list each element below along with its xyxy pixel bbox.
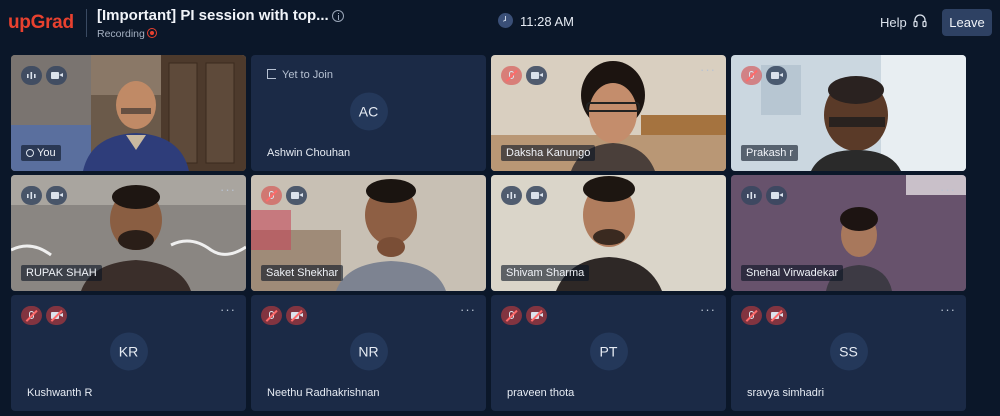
participant-tile-ashwin-chouhan[interactable]: Yet to Join AC Ashwin Chouhan bbox=[251, 55, 486, 171]
participant-name: Prakash r bbox=[741, 145, 799, 161]
tile-controls bbox=[741, 306, 787, 325]
mic-off-icon[interactable] bbox=[261, 186, 282, 205]
more-options-icon[interactable]: ··· bbox=[220, 183, 236, 196]
camera-icon[interactable] bbox=[766, 66, 787, 85]
more-options-icon[interactable]: ··· bbox=[700, 303, 716, 316]
mic-off-icon[interactable] bbox=[741, 306, 762, 325]
recording-label: Recording bbox=[97, 28, 145, 40]
meeting-time: 11:28 AM bbox=[520, 14, 574, 29]
participant-tile-sravya-simhadri[interactable]: ··· SS sravya simhadri bbox=[731, 295, 966, 411]
participant-avatar: AC bbox=[349, 92, 388, 131]
help-link[interactable]: Help bbox=[880, 15, 907, 30]
camera-icon[interactable] bbox=[46, 66, 67, 85]
tile-controls bbox=[21, 186, 67, 205]
join-icon bbox=[267, 69, 276, 79]
tile-controls bbox=[741, 66, 787, 85]
participant-tile-daksha-kanungo[interactable]: ··· Daksha Kanungo bbox=[491, 55, 726, 171]
tile-controls bbox=[501, 186, 547, 205]
more-options-icon[interactable]: ··· bbox=[220, 303, 236, 316]
participant-tile-prakash-r[interactable]: Prakash r bbox=[731, 55, 966, 171]
tile-controls bbox=[21, 306, 67, 325]
mic-active-icon[interactable] bbox=[21, 186, 42, 205]
mic-off-icon[interactable] bbox=[501, 66, 522, 85]
participant-name: RUPAK SHAH bbox=[21, 265, 102, 281]
camera-off-icon[interactable] bbox=[766, 306, 787, 325]
header-divider bbox=[86, 9, 87, 37]
mic-off-icon[interactable] bbox=[261, 306, 282, 325]
mic-off-icon[interactable] bbox=[21, 306, 42, 325]
more-options-icon[interactable]: ··· bbox=[940, 303, 956, 316]
recording-indicator-icon bbox=[147, 28, 157, 38]
camera-icon[interactable] bbox=[766, 186, 787, 205]
participant-tile-neethu-radhakrishnan[interactable]: ··· NR Neethu Radhakrishnan bbox=[251, 295, 486, 411]
mic-active-icon[interactable] bbox=[21, 66, 42, 85]
tile-controls bbox=[261, 186, 307, 205]
participant-tile-shivam-sharma[interactable]: Shivam Sharma bbox=[491, 175, 726, 291]
camera-off-icon[interactable] bbox=[526, 306, 547, 325]
tile-controls bbox=[741, 186, 787, 205]
info-icon[interactable] bbox=[332, 10, 344, 22]
mic-active-icon[interactable] bbox=[741, 186, 762, 205]
tile-controls bbox=[21, 66, 67, 85]
participant-avatar: NR bbox=[349, 332, 388, 371]
session-title: [Important] PI session with top... bbox=[97, 7, 329, 24]
participant-tile-praveen-thota[interactable]: ··· PT praveen thota bbox=[491, 295, 726, 411]
participant-name: Ashwin Chouhan bbox=[267, 147, 351, 159]
people-icon bbox=[26, 149, 34, 157]
tile-controls bbox=[501, 306, 547, 325]
participant-grid: You Yet to Join AC Ashwin Chouhan ··· Da… bbox=[11, 55, 969, 411]
participant-tile-kushwanth-r[interactable]: ··· KR Kushwanth R bbox=[11, 295, 246, 411]
tile-controls bbox=[261, 306, 307, 325]
more-options-icon[interactable]: ··· bbox=[460, 303, 476, 316]
leave-button[interactable]: Leave bbox=[942, 9, 992, 36]
participant-name: Saket Shekhar bbox=[261, 265, 344, 281]
mic-off-icon[interactable] bbox=[741, 66, 762, 85]
camera-icon[interactable] bbox=[526, 66, 547, 85]
meeting-header: upGrad [Important] PI session with top..… bbox=[0, 0, 1000, 46]
participant-tile-you[interactable]: You bbox=[11, 55, 246, 171]
yet-to-join-status: Yet to Join bbox=[267, 69, 333, 81]
mic-active-icon[interactable] bbox=[501, 186, 522, 205]
more-options-icon[interactable]: ··· bbox=[700, 63, 716, 76]
camera-off-icon[interactable] bbox=[46, 306, 67, 325]
participant-tile-snehal-virwadekar[interactable]: ··· Snehal Virwadekar bbox=[731, 175, 966, 291]
camera-icon[interactable] bbox=[286, 186, 307, 205]
mic-off-icon[interactable] bbox=[501, 306, 522, 325]
participant-avatar: PT bbox=[589, 332, 628, 371]
participant-avatar: SS bbox=[829, 332, 868, 371]
participant-name: Neethu Radhakrishnan bbox=[267, 387, 380, 399]
headset-icon[interactable] bbox=[913, 14, 927, 28]
participant-name: You bbox=[21, 145, 61, 161]
participant-name: Shivam Sharma bbox=[501, 265, 590, 281]
participant-name: praveen thota bbox=[507, 387, 575, 399]
clock-icon bbox=[498, 13, 513, 28]
upgrad-logo: upGrad bbox=[8, 12, 74, 33]
camera-icon[interactable] bbox=[526, 186, 547, 205]
more-options-icon[interactable]: ··· bbox=[940, 183, 956, 196]
participant-name: sravya simhadri bbox=[747, 387, 825, 399]
participant-tile-saket-shekhar[interactable]: Saket Shekhar bbox=[251, 175, 486, 291]
camera-off-icon[interactable] bbox=[286, 306, 307, 325]
tile-controls bbox=[501, 66, 547, 85]
participant-avatar: KR bbox=[109, 332, 148, 371]
participant-name: Kushwanth R bbox=[27, 387, 93, 399]
camera-icon[interactable] bbox=[46, 186, 67, 205]
participant-name: Daksha Kanungo bbox=[501, 145, 596, 161]
participant-name: Snehal Virwadekar bbox=[741, 265, 844, 281]
participant-tile-rupak-shah[interactable]: ··· RUPAK SHAH bbox=[11, 175, 246, 291]
